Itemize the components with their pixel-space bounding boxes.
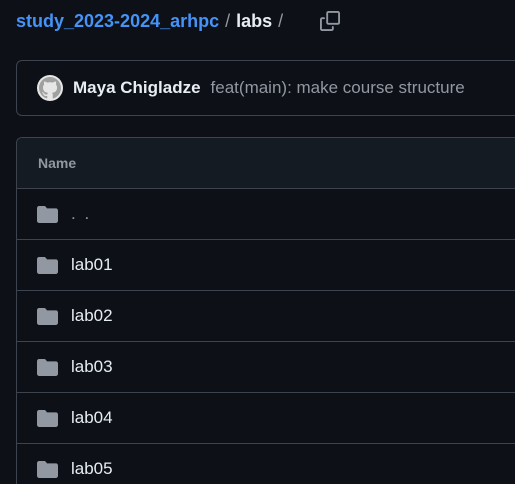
github-avatar-icon (39, 77, 61, 99)
commit-message[interactable]: feat(main): make course structure (211, 78, 465, 98)
folder-icon (37, 256, 58, 274)
breadcrumb-separator: / (225, 10, 231, 31)
row-name[interactable]: lab02 (71, 306, 113, 326)
row-name[interactable]: lab05 (71, 459, 113, 479)
table-row[interactable]: lab03 (17, 342, 515, 393)
copy-path-button[interactable] (314, 6, 346, 36)
row-name[interactable]: lab01 (71, 255, 113, 275)
column-header-name: Name (38, 155, 77, 171)
folder-icon (37, 307, 58, 325)
row-name[interactable]: lab04 (71, 408, 113, 428)
row-name[interactable]: lab03 (71, 357, 113, 377)
breadcrumb: study_2023-2024_arhpc / labs / (16, 9, 289, 33)
folder-icon (37, 205, 58, 223)
commit-author[interactable]: Maya Chigladze (73, 78, 201, 98)
file-table: Name . . lab01 lab02 lab03 lab04 lab05 (16, 137, 515, 484)
breadcrumb-current: labs (236, 10, 273, 31)
copy-icon (320, 11, 340, 31)
table-row[interactable]: lab05 (17, 444, 515, 484)
latest-commit-box: Maya Chigladze feat(main): make course s… (16, 60, 515, 116)
table-row[interactable]: lab02 (17, 291, 515, 342)
folder-icon (37, 409, 58, 427)
breadcrumb-trailing-separator: / (278, 10, 284, 31)
folder-icon (37, 460, 58, 478)
table-row[interactable]: lab01 (17, 240, 515, 291)
avatar[interactable] (37, 75, 63, 101)
row-name[interactable]: . . (71, 204, 91, 224)
table-row[interactable]: lab04 (17, 393, 515, 444)
table-header: Name (17, 138, 515, 189)
folder-icon (37, 358, 58, 376)
table-row-parent-directory[interactable]: . . (17, 189, 515, 240)
page: study_2023-2024_arhpc / labs / Maya Chig… (0, 0, 515, 484)
breadcrumb-repo-link[interactable]: study_2023-2024_arhpc (16, 11, 219, 32)
